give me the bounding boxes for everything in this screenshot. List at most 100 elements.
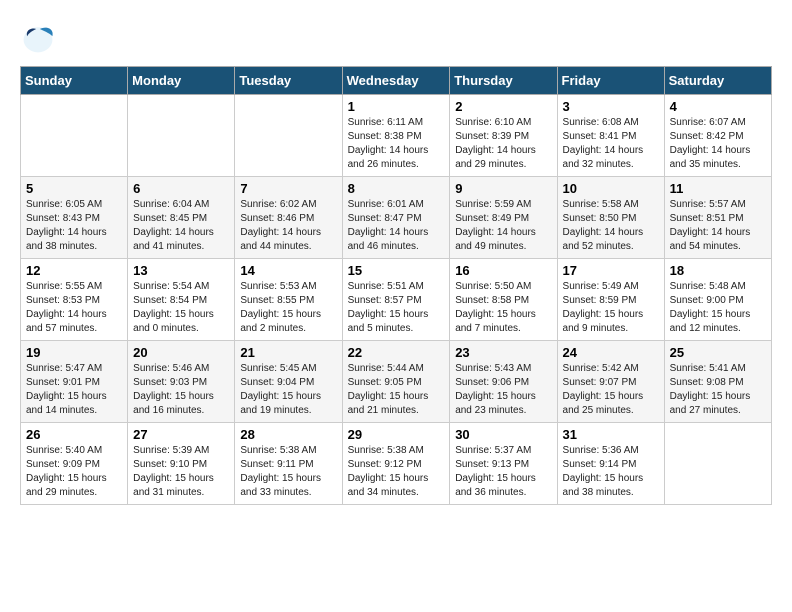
- day-number: 25: [670, 345, 766, 360]
- calendar-cell: 11 Sunrise: 5:57 AM Sunset: 8:51 PM Dayli…: [664, 177, 771, 259]
- day-info: Sunrise: 5:59 AM Sunset: 8:49 PM Dayligh…: [455, 198, 551, 254]
- day-info: Sunrise: 6:04 AM Sunset: 8:45 PM Dayligh…: [133, 198, 229, 254]
- day-number: 8: [348, 181, 445, 196]
- calendar-cell: 23 Sunrise: 5:43 AM Sunset: 9:06 PM Dayli…: [450, 341, 557, 423]
- calendar-cell: 8 Sunrise: 6:01 AM Sunset: 8:47 PM Daylig…: [342, 177, 450, 259]
- day-info: Sunrise: 6:02 AM Sunset: 8:46 PM Dayligh…: [240, 198, 336, 254]
- day-info: Sunrise: 5:53 AM Sunset: 8:55 PM Dayligh…: [240, 280, 336, 336]
- day-info: Sunrise: 5:54 AM Sunset: 8:54 PM Dayligh…: [133, 280, 229, 336]
- col-wednesday: Wednesday: [342, 67, 450, 95]
- day-info: Sunrise: 6:08 AM Sunset: 8:41 PM Dayligh…: [563, 116, 659, 172]
- day-number: 28: [240, 427, 336, 442]
- day-info: Sunrise: 5:41 AM Sunset: 9:08 PM Dayligh…: [670, 362, 766, 418]
- calendar-header-row: Sunday Monday Tuesday Wednesday Thursday…: [21, 67, 772, 95]
- calendar-cell: [664, 423, 771, 505]
- calendar-cell: 13 Sunrise: 5:54 AM Sunset: 8:54 PM Dayli…: [128, 259, 235, 341]
- day-number: 30: [455, 427, 551, 442]
- calendar-cell: 17Sunrise: 5:49 AM Sunset: 8:59 PM Dayli…: [557, 259, 664, 341]
- calendar-cell: 15 Sunrise: 5:51 AM Sunset: 8:57 PM Dayli…: [342, 259, 450, 341]
- calendar-cell: 9 Sunrise: 5:59 AM Sunset: 8:49 PM Daylig…: [450, 177, 557, 259]
- calendar-cell: 5 Sunrise: 6:05 AM Sunset: 8:43 PM Daylig…: [21, 177, 128, 259]
- day-number: 7: [240, 181, 336, 196]
- day-number: 26: [26, 427, 122, 442]
- calendar-cell: 3 Sunrise: 6:08 AM Sunset: 8:41 PM Daylig…: [557, 95, 664, 177]
- day-number: 13: [133, 263, 229, 278]
- calendar-cell: 26 Sunrise: 5:40 AM Sunset: 9:09 PM Dayli…: [21, 423, 128, 505]
- day-number: 5: [26, 181, 122, 196]
- calendar-cell: 6 Sunrise: 6:04 AM Sunset: 8:45 PM Daylig…: [128, 177, 235, 259]
- calendar-cell: 16 Sunrise: 5:50 AM Sunset: 8:58 PM Dayli…: [450, 259, 557, 341]
- calendar-cell: 22 Sunrise: 5:44 AM Sunset: 9:05 PM Dayli…: [342, 341, 450, 423]
- calendar-cell: 10Sunrise: 5:58 AM Sunset: 8:50 PM Dayli…: [557, 177, 664, 259]
- day-number: 2: [455, 99, 551, 114]
- day-number: 19: [26, 345, 122, 360]
- calendar-week-row: 1Sunrise: 6:11 AM Sunset: 8:38 PM Daylig…: [21, 95, 772, 177]
- page-container: Sunday Monday Tuesday Wednesday Thursday…: [20, 20, 772, 505]
- calendar-week-row: 12Sunrise: 5:55 AM Sunset: 8:53 PM Dayli…: [21, 259, 772, 341]
- day-number: 11: [670, 181, 766, 196]
- day-info: Sunrise: 5:43 AM Sunset: 9:06 PM Dayligh…: [455, 362, 551, 418]
- day-number: 9: [455, 181, 551, 196]
- calendar-cell: 27 Sunrise: 5:39 AM Sunset: 9:10 PM Dayli…: [128, 423, 235, 505]
- col-thursday: Thursday: [450, 67, 557, 95]
- col-monday: Monday: [128, 67, 235, 95]
- calendar-cell: 25 Sunrise: 5:41 AM Sunset: 9:08 PM Dayli…: [664, 341, 771, 423]
- col-tuesday: Tuesday: [235, 67, 342, 95]
- calendar-cell: 20 Sunrise: 5:46 AM Sunset: 9:03 PM Dayli…: [128, 341, 235, 423]
- calendar-cell: 14 Sunrise: 5:53 AM Sunset: 8:55 PM Dayli…: [235, 259, 342, 341]
- day-number: 20: [133, 345, 229, 360]
- calendar-cell: 21Sunrise: 5:45 AM Sunset: 9:04 PM Dayli…: [235, 341, 342, 423]
- day-info: Sunrise: 5:50 AM Sunset: 8:58 PM Dayligh…: [455, 280, 551, 336]
- day-number: 3: [563, 99, 659, 114]
- day-info: Sunrise: 5:40 AM Sunset: 9:09 PM Dayligh…: [26, 444, 122, 500]
- day-info: Sunrise: 5:49 AM Sunset: 8:59 PM Dayligh…: [563, 280, 659, 336]
- calendar-cell: 31Sunrise: 5:36 AM Sunset: 9:14 PM Dayli…: [557, 423, 664, 505]
- day-number: 4: [670, 99, 766, 114]
- calendar-cell: 24Sunrise: 5:42 AM Sunset: 9:07 PM Dayli…: [557, 341, 664, 423]
- day-info: Sunrise: 5:51 AM Sunset: 8:57 PM Dayligh…: [348, 280, 445, 336]
- day-info: Sunrise: 5:57 AM Sunset: 8:51 PM Dayligh…: [670, 198, 766, 254]
- calendar-week-row: 19 Sunrise: 5:47 AM Sunset: 9:01 PM Dayli…: [21, 341, 772, 423]
- day-info: Sunrise: 5:47 AM Sunset: 9:01 PM Dayligh…: [26, 362, 122, 418]
- calendar-cell: 18 Sunrise: 5:48 AM Sunset: 9:00 PM Dayli…: [664, 259, 771, 341]
- logo: [20, 20, 60, 56]
- day-info: Sunrise: 5:45 AM Sunset: 9:04 PM Dayligh…: [240, 362, 336, 418]
- calendar-cell: [21, 95, 128, 177]
- day-info: Sunrise: 6:11 AM Sunset: 8:38 PM Dayligh…: [348, 116, 445, 172]
- day-info: Sunrise: 6:05 AM Sunset: 8:43 PM Dayligh…: [26, 198, 122, 254]
- day-info: Sunrise: 5:38 AM Sunset: 9:11 PM Dayligh…: [240, 444, 336, 500]
- day-number: 22: [348, 345, 445, 360]
- day-info: Sunrise: 5:39 AM Sunset: 9:10 PM Dayligh…: [133, 444, 229, 500]
- calendar-week-row: 26 Sunrise: 5:40 AM Sunset: 9:09 PM Dayli…: [21, 423, 772, 505]
- day-number: 15: [348, 263, 445, 278]
- day-number: 12: [26, 263, 122, 278]
- day-info: Sunrise: 5:38 AM Sunset: 9:12 PM Dayligh…: [348, 444, 445, 500]
- col-friday: Friday: [557, 67, 664, 95]
- day-number: 16: [455, 263, 551, 278]
- col-sunday: Sunday: [21, 67, 128, 95]
- day-number: 10: [563, 181, 659, 196]
- calendar-cell: 19 Sunrise: 5:47 AM Sunset: 9:01 PM Dayli…: [21, 341, 128, 423]
- day-number: 18: [670, 263, 766, 278]
- day-number: 29: [348, 427, 445, 442]
- day-number: 6: [133, 181, 229, 196]
- day-info: Sunrise: 6:01 AM Sunset: 8:47 PM Dayligh…: [348, 198, 445, 254]
- day-info: Sunrise: 6:07 AM Sunset: 8:42 PM Dayligh…: [670, 116, 766, 172]
- calendar-cell: 30Sunrise: 5:37 AM Sunset: 9:13 PM Dayli…: [450, 423, 557, 505]
- day-info: Sunrise: 6:10 AM Sunset: 8:39 PM Dayligh…: [455, 116, 551, 172]
- calendar-cell: 4 Sunrise: 6:07 AM Sunset: 8:42 PM Daylig…: [664, 95, 771, 177]
- day-number: 14: [240, 263, 336, 278]
- day-info: Sunrise: 5:44 AM Sunset: 9:05 PM Dayligh…: [348, 362, 445, 418]
- day-info: Sunrise: 5:48 AM Sunset: 9:00 PM Dayligh…: [670, 280, 766, 336]
- calendar-table: Sunday Monday Tuesday Wednesday Thursday…: [20, 66, 772, 505]
- day-number: 27: [133, 427, 229, 442]
- day-info: Sunrise: 5:42 AM Sunset: 9:07 PM Dayligh…: [563, 362, 659, 418]
- day-number: 23: [455, 345, 551, 360]
- calendar-cell: 12Sunrise: 5:55 AM Sunset: 8:53 PM Dayli…: [21, 259, 128, 341]
- logo-icon: [20, 20, 56, 56]
- day-info: Sunrise: 5:46 AM Sunset: 9:03 PM Dayligh…: [133, 362, 229, 418]
- day-number: 31: [563, 427, 659, 442]
- calendar-week-row: 5 Sunrise: 6:05 AM Sunset: 8:43 PM Daylig…: [21, 177, 772, 259]
- page-header: [20, 20, 772, 56]
- calendar-cell: 2 Sunrise: 6:10 AM Sunset: 8:39 PM Daylig…: [450, 95, 557, 177]
